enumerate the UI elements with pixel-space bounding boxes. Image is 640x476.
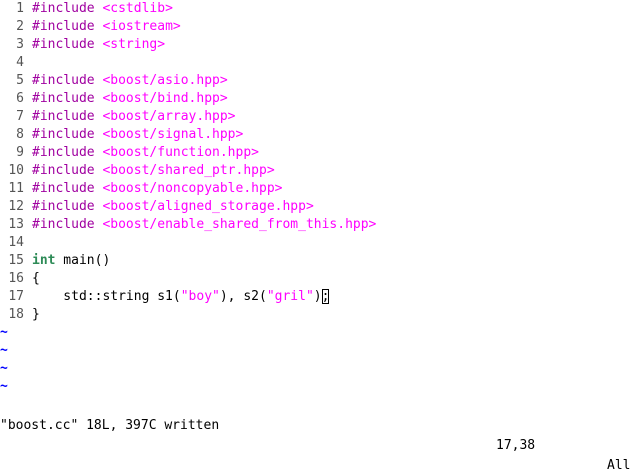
code-token: #include	[32, 199, 103, 214]
code-token: int	[32, 253, 56, 268]
line-text[interactable]: #include <boost/noncopyable.hpp>	[32, 180, 282, 198]
code-token: "boy"	[180, 289, 220, 304]
line-number: 11	[8, 181, 24, 196]
tilde-marker: ~	[0, 379, 8, 394]
tilde-marker: ~	[0, 343, 8, 358]
code-token: #include	[32, 109, 103, 124]
line-number: 4	[16, 55, 24, 70]
empty-buffer-line: ~	[0, 324, 640, 342]
line-text[interactable]: std::string s1("boy"), s2("gril");	[32, 288, 330, 306]
code-token: #include	[32, 163, 103, 178]
code-token: <boost/enable_shared_from_this.hpp>	[102, 217, 377, 232]
line-text[interactable]: }	[32, 306, 40, 324]
line-text[interactable]: #include <boost/array.hpp>	[32, 108, 236, 126]
code-token: <boost/aligned_storage.hpp>	[102, 199, 314, 214]
code-token: <boost/signal.hpp>	[102, 127, 244, 142]
status-message: "boost.cc" 18L, 397C written	[0, 418, 220, 433]
line-number: 6	[16, 91, 24, 106]
line-text[interactable]: #include <boost/signal.hpp>	[32, 126, 243, 144]
code-line[interactable]: 8 #include <boost/signal.hpp>	[0, 126, 640, 144]
code-line[interactable]: 15 int main()	[0, 252, 640, 270]
code-line[interactable]: 10 #include <boost/shared_ptr.hpp>	[0, 162, 640, 180]
line-number: 12	[8, 199, 24, 214]
code-line[interactable]: 6 #include <boost/bind.hpp>	[0, 90, 640, 108]
line-number: 16	[8, 271, 24, 286]
line-number: 17	[8, 289, 24, 304]
code-token: ), s2(	[219, 289, 267, 304]
code-line[interactable]: 16 {	[0, 270, 640, 288]
code-token: #include	[32, 181, 103, 196]
scroll-percent: All	[607, 458, 631, 473]
line-text[interactable]: #include <boost/aligned_storage.hpp>	[32, 198, 314, 216]
line-number: 3	[16, 37, 24, 52]
line-number: 18	[8, 307, 24, 322]
line-number: 8	[16, 127, 24, 142]
code-token: {	[32, 271, 40, 286]
code-line[interactable]: 11 #include <boost/noncopyable.hpp>	[0, 180, 640, 198]
code-line[interactable]: 18}	[0, 306, 640, 324]
line-number: 2	[16, 19, 24, 34]
code-token: #include	[32, 145, 103, 160]
empty-buffer-line: ~	[0, 360, 640, 378]
empty-buffer-line: ~	[0, 378, 640, 396]
code-line[interactable]: 7 #include <boost/array.hpp>	[0, 108, 640, 126]
code-line[interactable]: 1 #include <cstdlib>	[0, 0, 640, 18]
code-line[interactable]: 17 std::string s1("boy"), s2("gril");	[0, 288, 640, 306]
code-line[interactable]: 14	[0, 234, 640, 252]
tilde-marker: ~	[0, 361, 8, 376]
code-token: #include	[32, 217, 103, 232]
code-line[interactable]: 9 #include <boost/function.hpp>	[0, 144, 640, 162]
line-text[interactable]: #include <iostream>	[32, 18, 181, 36]
code-token: #include	[32, 91, 103, 106]
code-token: )	[313, 289, 322, 304]
line-number: 5	[16, 73, 24, 88]
cursor-position: 17,38	[496, 438, 536, 453]
line-number: 10	[8, 163, 24, 178]
line-text[interactable]: #include <boost/function.hpp>	[32, 144, 259, 162]
code-token: <boost/bind.hpp>	[102, 91, 228, 106]
line-text[interactable]: #include <boost/enable_shared_from_this.…	[32, 216, 376, 234]
code-token: #include	[32, 1, 103, 16]
code-token: <boost/asio.hpp>	[102, 73, 228, 88]
line-text[interactable]: #include <boost/asio.hpp>	[32, 72, 228, 90]
code-token: <iostream>	[102, 19, 181, 34]
line-text[interactable]: #include <cstdlib>	[32, 0, 173, 18]
line-text[interactable]: #include <boost/shared_ptr.hpp>	[32, 162, 275, 180]
line-number: 7	[16, 109, 24, 124]
code-token: #include	[32, 127, 103, 142]
code-token: <boost/noncopyable.hpp>	[102, 181, 283, 196]
code-token: <boost/function.hpp>	[102, 145, 259, 160]
code-token: #include	[32, 73, 103, 88]
editor-buffer[interactable]: 1 #include <cstdlib> 2 #include <iostream> 3…	[0, 0, 640, 398]
code-token: #include	[32, 37, 103, 52]
line-text[interactable]: #include <boost/bind.hpp>	[32, 90, 228, 108]
code-line[interactable]: 2 #include <iostream>	[0, 18, 640, 36]
code-line[interactable]: 5 #include <boost/asio.hpp>	[0, 72, 640, 90]
line-number: 15	[8, 253, 24, 268]
code-token: "gril"	[266, 289, 314, 304]
code-token: main()	[55, 253, 111, 268]
line-number: 1	[16, 1, 24, 16]
code-token: std::string s1(	[32, 289, 181, 304]
code-token: }	[32, 307, 40, 322]
line-text[interactable]: #include <string>	[32, 36, 165, 54]
code-line[interactable]: 12 #include <boost/aligned_storage.hpp>	[0, 198, 640, 216]
line-number: 9	[16, 145, 24, 160]
code-token: <boost/shared_ptr.hpp>	[102, 163, 275, 178]
code-token: <string>	[102, 37, 166, 52]
code-token: #include	[32, 19, 103, 34]
code-token: <cstdlib>	[102, 1, 173, 16]
code-line[interactable]: 4	[0, 54, 640, 72]
line-number: 14	[8, 235, 24, 250]
code-line[interactable]: 3 #include <string>	[0, 36, 640, 54]
command-line: "boost.cc" 18L, 397C written 17,38 All	[0, 396, 640, 473]
line-text[interactable]: {	[32, 270, 40, 288]
text-cursor: ;	[321, 289, 330, 304]
line-text[interactable]: int main()	[32, 252, 110, 270]
code-token: <boost/array.hpp>	[102, 109, 236, 124]
line-number: 13	[8, 217, 24, 232]
tilde-marker: ~	[0, 325, 8, 340]
empty-buffer-line: ~	[0, 342, 640, 360]
code-line[interactable]: 13 #include <boost/enable_shared_from_thi…	[0, 216, 640, 234]
